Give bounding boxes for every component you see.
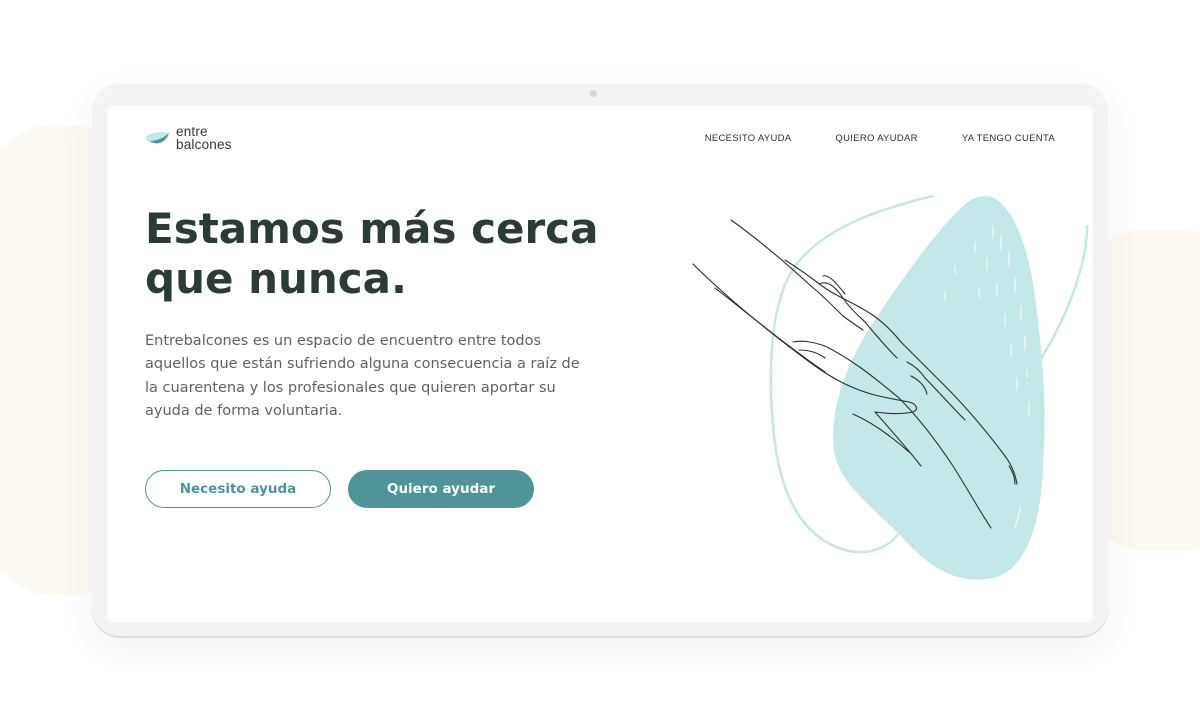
necesito-ayuda-button[interactable]: Necesito ayuda — [145, 470, 331, 508]
top-navigation: NECESITO AYUDA QUIERO AYUDAR YA TENGO CU… — [705, 133, 1055, 144]
page-stage: entre balcones NECESITO AYUDA QUIERO AYU… — [0, 0, 1200, 720]
nav-link-necesito-ayuda[interactable]: NECESITO AYUDA — [705, 133, 792, 144]
logo-line-2: balcones — [176, 137, 232, 152]
logo[interactable]: entre balcones — [145, 125, 232, 151]
hero-description: Entrebalcones es un espacio de encuentro… — [145, 333, 580, 419]
hero-title-line-1: Estamos más cerca — [145, 204, 599, 253]
logo-leaf-icon — [146, 132, 169, 144]
hands-touching-illustration — [692, 194, 1089, 580]
tablet-frame: entre balcones NECESITO AYUDA QUIERO AYU… — [92, 84, 1108, 636]
website-screen: entre balcones NECESITO AYUDA QUIERO AYU… — [107, 106, 1093, 622]
camera-dot — [590, 90, 597, 97]
illustration-teal-blob — [833, 195, 1045, 580]
logo-wordmark: entre balcones — [176, 125, 232, 152]
hero-title-line-2: que nunca. — [145, 254, 407, 303]
hero-title: Estamos más cerca que nunca. — [145, 204, 625, 304]
nav-link-quiero-ayudar[interactable]: QUIERO AYUDAR — [835, 133, 917, 144]
nav-link-ya-tengo-cuenta[interactable]: YA TENGO CUENTA — [962, 133, 1055, 144]
quiero-ayudar-button[interactable]: Quiero ayudar — [348, 470, 534, 508]
